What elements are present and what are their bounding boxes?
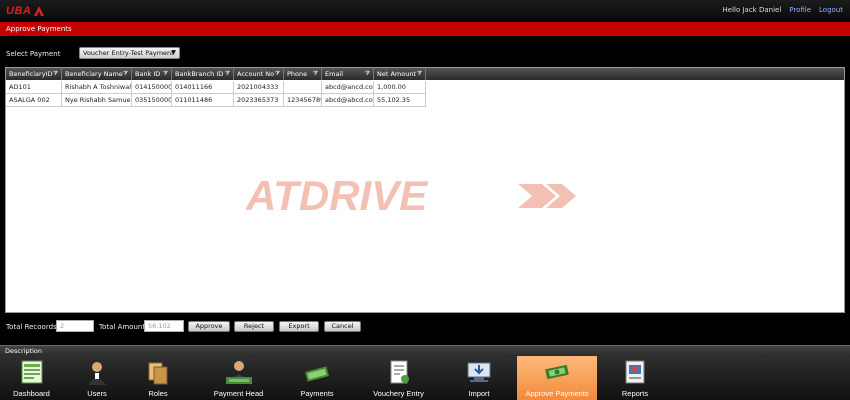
column-header-label: Account No: [237, 70, 275, 78]
table-cell: Nye Rishabh Samuel1: [62, 94, 132, 107]
watermark-arrows-icon: [518, 184, 576, 208]
total-records-field: 2: [56, 320, 94, 332]
column-header-label: Phone: [287, 70, 308, 78]
select-payment-dropdown[interactable]: Voucher Entry-Test Payment ▼: [79, 47, 180, 59]
nav-item-label: Payments: [300, 389, 334, 398]
import-icon: [467, 362, 491, 382]
column-header-label: Beneficiary Name: [65, 70, 123, 78]
column-header-label: BankBranch ID: [175, 70, 224, 78]
nav-item-import[interactable]: Import: [453, 356, 505, 400]
filter-icon[interactable]: ⧩: [275, 68, 280, 80]
table-cell: Rishabh A Toshniwal: [62, 81, 132, 94]
table-row[interactable]: ASALGA 002 Nye Rishabh Samuel1 035150000 01…: [6, 94, 426, 107]
profile-link[interactable]: Profile: [789, 6, 811, 14]
export-button[interactable]: Export: [279, 321, 319, 332]
select-payment-label: Select Payment: [6, 50, 61, 58]
table-cell: ASALGA 002: [6, 94, 62, 107]
nav-item-payments[interactable]: Payments: [291, 356, 343, 400]
select-payment-value: Voucher Entry-Test Payment: [83, 49, 174, 57]
total-amount-label: Total Amount: [99, 323, 146, 331]
table-cell: 1,000.00: [374, 81, 426, 94]
payment-head-icon: [225, 361, 252, 384]
table-cell: [284, 81, 322, 94]
nav-item-dashboard[interactable]: Dashboard: [0, 356, 63, 400]
nav-item-label: Payment Head: [213, 389, 264, 398]
logout-link[interactable]: Logout: [819, 6, 843, 14]
column-header[interactable]: Email ⧩: [322, 68, 374, 80]
table-cell: 014150000: [132, 81, 172, 94]
approve-payments-icon: [545, 364, 569, 380]
nav-item-label: Users: [87, 389, 107, 398]
column-header[interactable]: Beneficiary Name ⧩: [62, 68, 132, 80]
table-cell: 55,102.35: [374, 94, 426, 107]
reject-button[interactable]: Reject: [234, 321, 274, 332]
users-icon: [88, 362, 106, 385]
nav-item-label: Approve Payments: [525, 389, 589, 398]
greeting-text: Hello Jack Daniel: [722, 6, 782, 14]
filter-icon[interactable]: ⧩: [163, 68, 168, 80]
total-amount-field: 56,102: [144, 320, 184, 332]
nav-item-vouchery-entry[interactable]: Vouchery Entry: [356, 356, 441, 400]
nav-item-label: Import: [468, 389, 490, 398]
table-cell: abcd@abcd.com: [322, 94, 374, 107]
nav-item-label: Reports: [621, 389, 649, 398]
filter-icon[interactable]: ⧩: [123, 68, 128, 80]
dashboard-icon: [21, 360, 42, 384]
filter-icon[interactable]: ⧩: [53, 68, 58, 80]
nav-item-reports[interactable]: Reports: [609, 356, 661, 400]
grid-header: BeneficiaryID ⧩ Beneficiary Name ⧩ Bank ID ⧩ B…: [6, 68, 844, 80]
column-header-label: Bank ID: [135, 70, 161, 78]
filter-icon[interactable]: ⧩: [225, 68, 230, 80]
column-header-label: Net Amount: [377, 70, 417, 78]
roles-icon: [148, 362, 168, 385]
totals-bar: Total Recoords 2 Total Amount 56,102 App…: [0, 320, 850, 334]
nav-item-approve-payments[interactable]: Approve Payments: [517, 356, 597, 400]
nav-item-label: Dashboard: [13, 389, 50, 398]
bottom-nav: Dashboard Users Roles Payment Head Payments V…: [0, 356, 850, 400]
logo-text: UBA: [6, 5, 32, 17]
approve-button[interactable]: Approve: [188, 321, 230, 332]
table-cell: 2021004333: [234, 81, 284, 94]
column-header[interactable]: BeneficiaryID ⧩: [6, 68, 62, 80]
filter-icon[interactable]: ⧩: [365, 68, 370, 80]
column-header[interactable]: Account No ⧩: [234, 68, 284, 80]
voucher-entry-icon: [390, 360, 409, 384]
table-cell: 123456789: [284, 94, 322, 107]
nav-item-roles[interactable]: Roles: [132, 356, 184, 400]
filter-icon[interactable]: ⧩: [313, 68, 318, 80]
table-cell: 2023365373: [234, 94, 284, 107]
nav-item-payment-head[interactable]: Payment Head: [196, 356, 281, 400]
cancel-button[interactable]: Cancel: [324, 321, 361, 332]
watermark-text: ATDRIVE: [246, 176, 429, 216]
column-header-label: BeneficiaryID: [9, 70, 53, 78]
column-header[interactable]: Bank ID ⧩: [132, 68, 172, 80]
payments-icon: [305, 366, 329, 382]
reports-icon: [625, 360, 645, 384]
total-records-label: Total Recoords: [6, 323, 57, 331]
table-cell: 035150000: [132, 94, 172, 107]
description-bar[interactable]: Description: [0, 345, 850, 356]
column-header[interactable]: Phone ⧩: [284, 68, 322, 80]
column-header[interactable]: Net Amount ⧩: [374, 68, 426, 80]
nav-item-label: Roles: [148, 389, 168, 398]
nav-item-label: Vouchery Entry: [373, 389, 424, 398]
table-cell: 014011166: [172, 81, 234, 94]
user-bar: Hello Jack Daniel Profile Logout: [723, 6, 844, 14]
nav-item-users[interactable]: Users: [72, 356, 122, 400]
page-title: Approve Payments: [0, 22, 850, 36]
table-cell: abcd@ancd.com: [322, 81, 374, 94]
table-row[interactable]: AD101 Rishabh A Toshniwal 014150000 0140111…: [6, 81, 426, 94]
filter-icon[interactable]: ⧩: [417, 68, 422, 80]
uba-logo[interactable]: UBA: [6, 4, 45, 18]
top-bar: UBA Hello Jack Daniel Profile Logout: [0, 0, 850, 22]
atdrive-watermark: ATDRIVE: [246, 176, 576, 216]
column-header[interactable]: BankBranch ID ⧩: [172, 68, 234, 80]
chevron-down-icon: ▼: [171, 49, 176, 56]
table-cell: AD101: [6, 81, 62, 94]
table-cell: 011011486: [172, 94, 234, 107]
logo-mark-icon: [34, 6, 45, 16]
column-header-label: Email: [325, 70, 344, 78]
